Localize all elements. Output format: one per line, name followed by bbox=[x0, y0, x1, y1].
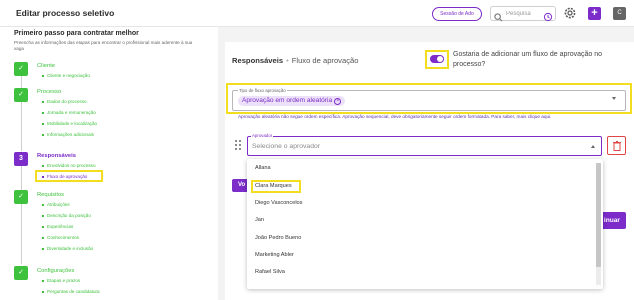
toggle-question: Gostaria de adicionar um fluxo de aprova… bbox=[453, 51, 603, 68]
breadcrumb: Responsáveis • Fluxo de aprovação bbox=[232, 56, 358, 65]
breadcrumb-section: Responsáveis bbox=[232, 56, 284, 65]
history-icon[interactable] bbox=[543, 9, 553, 27]
step-configuracoes[interactable]: Configurações bbox=[37, 268, 74, 274]
page-title: Editar processo seletivo bbox=[16, 8, 115, 18]
step-check-icon: ✓ bbox=[14, 62, 28, 76]
sidebar-item-atribuicoes[interactable]: Atribuições bbox=[42, 202, 70, 207]
dropdown-option[interactable]: Allana bbox=[255, 165, 271, 171]
approver-input[interactable] bbox=[252, 141, 552, 151]
add-button[interactable]: + bbox=[588, 7, 601, 20]
sidebar-item-envolvidos[interactable]: Envolvidos no processo bbox=[42, 163, 96, 168]
dropdown-scrollbar-thumb[interactable] bbox=[596, 163, 601, 267]
drag-handle-icon[interactable] bbox=[234, 138, 242, 156]
search-input[interactable] bbox=[506, 9, 540, 19]
flow-type-label: Tipo de fluxo aprovação bbox=[238, 88, 287, 93]
step-responsaveis[interactable]: Responsáveis bbox=[37, 153, 76, 159]
step-connector bbox=[20, 204, 22, 264]
session-button[interactable]: Sessão de Ado bbox=[432, 7, 482, 21]
highlight-box bbox=[35, 170, 103, 182]
sidebar-item-dados-processo[interactable]: Dados do processo bbox=[42, 99, 87, 104]
flow-type-value: Aprovação em ordem aleatória bbox=[242, 97, 333, 104]
approver-dropdown: Allana Clara Marques Diego Vasconcelos J… bbox=[247, 159, 603, 289]
approver-label: Aprovador bbox=[251, 133, 274, 138]
sidebar-item-informacoes[interactable]: Informações adicionais bbox=[42, 132, 94, 137]
step-requisitos[interactable]: Requisitos bbox=[37, 192, 64, 198]
sidebar-item-perguntas[interactable]: Perguntas de candidatura bbox=[42, 289, 100, 294]
steps-sidebar: Primeiro passo para contratar melhor Pre… bbox=[0, 27, 208, 300]
sidebar-item-experiencias[interactable]: Experiências bbox=[42, 224, 73, 229]
close-icon[interactable]: × bbox=[334, 98, 342, 105]
sidebar-title: Primeiro passo para contratar melhor bbox=[14, 30, 139, 37]
trash-icon bbox=[613, 141, 621, 151]
dropdown-option[interactable]: Rafael Silva bbox=[255, 269, 285, 275]
gear-icon[interactable] bbox=[563, 6, 577, 25]
top-header: Editar processo seletivo Sessão de Ado +… bbox=[0, 0, 634, 27]
sidebar-item-diversidade[interactable]: Diversidade e inclusão bbox=[42, 246, 93, 251]
toggle-knob bbox=[437, 56, 443, 62]
search-icon bbox=[494, 9, 503, 27]
dropdown-option[interactable]: João Pedro Bueno bbox=[255, 235, 301, 241]
delete-approver-button[interactable] bbox=[607, 136, 626, 155]
breadcrumb-page: Fluxo de aprovação bbox=[291, 56, 359, 65]
flow-type-chip[interactable]: Aprovação em ordem aleatória × bbox=[238, 96, 346, 106]
highlight-box bbox=[251, 180, 301, 193]
breadcrumb-separator: • bbox=[286, 56, 289, 65]
step-connector bbox=[20, 164, 22, 190]
avatar[interactable]: C bbox=[613, 7, 626, 20]
step-number-badge: 3 bbox=[14, 152, 28, 166]
dropdown-option[interactable]: Jan bbox=[255, 217, 264, 223]
step-check-icon: ✓ bbox=[14, 266, 28, 280]
chevron-up-icon[interactable] bbox=[591, 145, 595, 148]
dropdown-option[interactable]: Marketing Abler bbox=[255, 252, 294, 258]
search-box[interactable] bbox=[490, 6, 556, 22]
help-text: Aprovação aleatória não segue ordem espe… bbox=[238, 114, 552, 119]
sidebar-item-jornada[interactable]: Jornada e remuneração bbox=[42, 110, 96, 115]
step-connector bbox=[20, 102, 22, 151]
sidebar-item-conhecimentos[interactable]: Conhecimentos bbox=[42, 235, 79, 240]
step-check-icon: ✓ bbox=[14, 88, 28, 102]
sidebar-subtitle: Preencha as informações das etapas para … bbox=[14, 40, 193, 51]
step-check-icon: ✓ bbox=[14, 190, 28, 204]
step-processo[interactable]: Processo bbox=[37, 89, 61, 95]
sidebar-item-descricao[interactable]: Descrição da posição bbox=[42, 213, 91, 218]
sidebar-item-mobilidade[interactable]: Mobilidade e localização bbox=[42, 121, 97, 126]
sidebar-item-cliente-negociacao[interactable]: Cliente e negociação bbox=[42, 73, 90, 78]
chevron-down-icon[interactable] bbox=[612, 97, 616, 100]
sidebar-item-etapas-prazos[interactable]: Etapas e prazos bbox=[42, 278, 80, 283]
dropdown-option[interactable]: Diego Vasconcelos bbox=[255, 200, 302, 206]
approval-flow-toggle[interactable] bbox=[430, 55, 444, 63]
step-cliente[interactable]: Cliente bbox=[37, 63, 55, 69]
